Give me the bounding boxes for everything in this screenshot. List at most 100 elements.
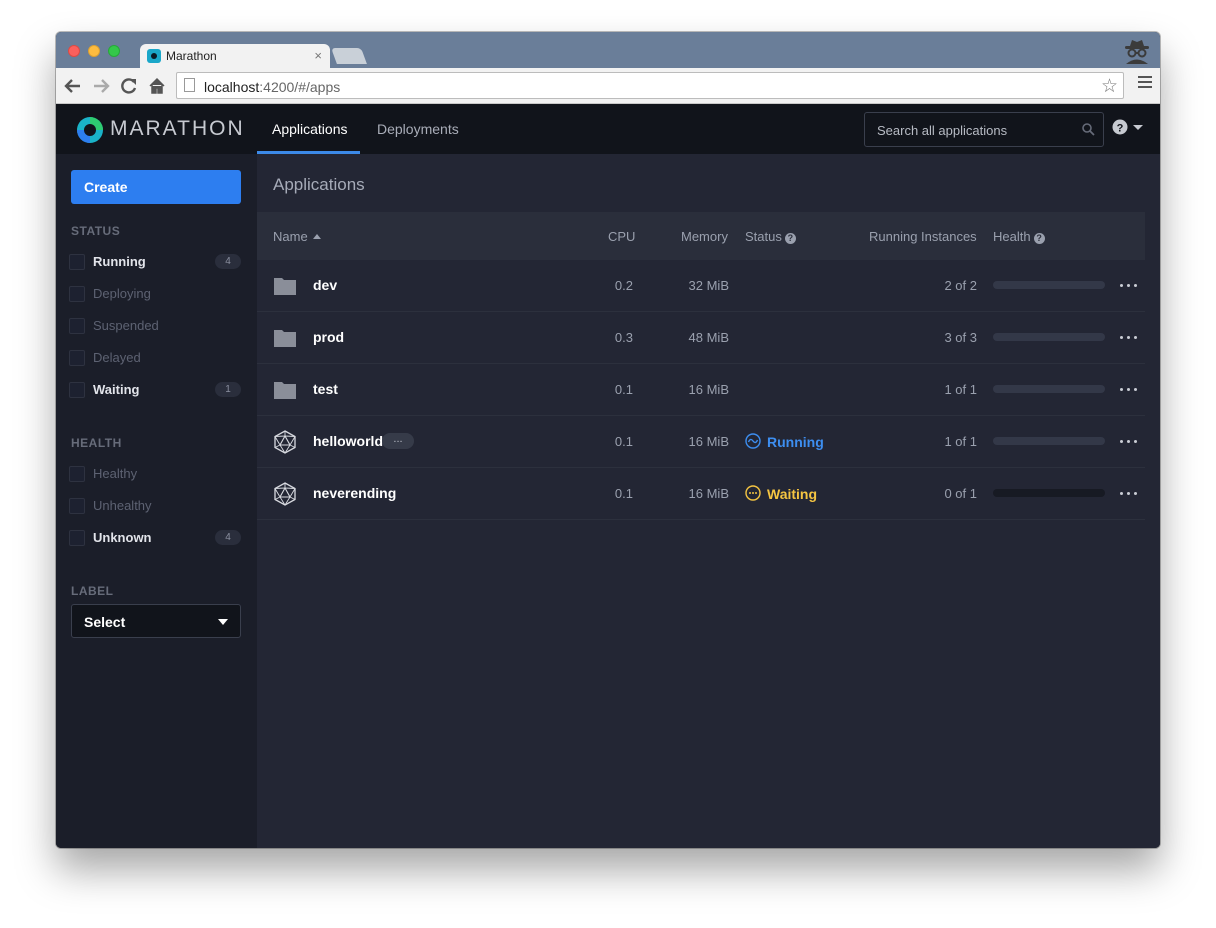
filter-delayed[interactable]: Delayed bbox=[69, 348, 241, 368]
browser-tab[interactable]: Marathon × bbox=[140, 44, 330, 70]
forward-arrow-icon[interactable] bbox=[90, 77, 112, 95]
filter-unhealthy[interactable]: Unhealthy bbox=[69, 496, 241, 516]
column-health-label: Health bbox=[993, 229, 1031, 244]
column-running-instances[interactable]: Running Instances bbox=[869, 229, 977, 244]
minimize-window-button[interactable] bbox=[88, 45, 100, 57]
instances-value: 0 of 1 bbox=[944, 486, 977, 501]
column-memory[interactable]: Memory bbox=[681, 229, 728, 244]
app-name[interactable]: test bbox=[313, 381, 338, 397]
memory-value: 16 MiB bbox=[688, 486, 729, 501]
more-actions-icon[interactable] bbox=[1119, 382, 1139, 396]
top-navigation: MARATHON Applications Deployments Search… bbox=[56, 104, 1160, 154]
cpu-value: 0.1 bbox=[614, 382, 633, 397]
column-status-label: Status bbox=[745, 229, 782, 244]
memory-value: 16 MiB bbox=[688, 382, 729, 397]
search-icon bbox=[1082, 123, 1095, 136]
app-name[interactable]: helloworld bbox=[313, 433, 383, 449]
more-actions-icon[interactable] bbox=[1119, 434, 1139, 448]
column-status[interactable]: Status? bbox=[745, 229, 796, 244]
checkbox[interactable] bbox=[69, 254, 85, 270]
home-icon[interactable] bbox=[146, 77, 168, 95]
checkbox[interactable] bbox=[69, 530, 85, 546]
app-name[interactable]: neverending bbox=[313, 485, 396, 501]
caret-down-icon bbox=[218, 619, 228, 625]
filter-suspended[interactable]: Suspended bbox=[69, 316, 241, 336]
create-button[interactable]: Create bbox=[71, 170, 241, 204]
memory-value: 48 MiB bbox=[688, 330, 729, 345]
search-input[interactable]: Search all applications bbox=[864, 112, 1104, 147]
more-actions-icon[interactable] bbox=[1119, 330, 1139, 344]
close-window-button[interactable] bbox=[68, 45, 80, 57]
waiting-status-icon bbox=[745, 485, 761, 501]
filter-running[interactable]: Running 4 bbox=[69, 252, 241, 272]
filter-label: Waiting bbox=[93, 382, 140, 397]
more-actions-icon[interactable] bbox=[1119, 278, 1139, 292]
checkbox[interactable] bbox=[69, 466, 85, 482]
app-name[interactable]: prod bbox=[313, 329, 344, 345]
tab-applications[interactable]: Applications bbox=[272, 121, 348, 137]
column-name[interactable]: Name bbox=[273, 229, 321, 244]
health-bar bbox=[993, 385, 1105, 393]
health-bar bbox=[993, 489, 1105, 497]
column-cpu[interactable]: CPU bbox=[608, 229, 635, 244]
page-icon bbox=[184, 78, 195, 92]
health-bar bbox=[993, 437, 1105, 445]
address-bar[interactable]: localhost:4200/#/apps ☆ bbox=[176, 72, 1124, 99]
more-actions-icon[interactable] bbox=[1119, 486, 1139, 500]
app-name[interactable]: dev bbox=[313, 277, 337, 293]
help-icon[interactable]: ? bbox=[1033, 233, 1045, 244]
checkbox[interactable] bbox=[69, 350, 85, 366]
checkbox[interactable] bbox=[69, 382, 85, 398]
filter-count: 4 bbox=[215, 254, 241, 269]
status-heading: STATUS bbox=[71, 224, 121, 238]
table-row[interactable]: helloworld ... 0.1 16 MiB Running 1 of 1 bbox=[257, 416, 1145, 468]
tab-deployments[interactable]: Deployments bbox=[377, 121, 459, 137]
help-menu-icon[interactable]: ? bbox=[1112, 119, 1152, 139]
checkbox[interactable] bbox=[69, 498, 85, 514]
table-row[interactable]: prod 0.3 48 MiB 3 of 3 bbox=[257, 312, 1145, 364]
brand-name: MARATHON bbox=[110, 117, 245, 140]
cpu-value: 0.1 bbox=[614, 486, 633, 501]
filter-waiting[interactable]: Waiting 1 bbox=[69, 380, 241, 400]
incognito-icon bbox=[1125, 40, 1149, 64]
table-header: Name CPU Memory Status? Running Instance… bbox=[257, 212, 1145, 260]
tab-title: Marathon bbox=[166, 49, 217, 63]
back-arrow-icon[interactable] bbox=[62, 77, 84, 95]
filter-unknown[interactable]: Unknown 4 bbox=[69, 528, 241, 548]
table-row[interactable]: test 0.1 16 MiB 1 of 1 bbox=[257, 364, 1145, 416]
label-heading: LABEL bbox=[71, 584, 114, 598]
browser-toolbar: localhost:4200/#/apps ☆ bbox=[56, 68, 1160, 104]
sort-ascending-icon bbox=[312, 234, 321, 239]
table-row[interactable]: dev 0.2 32 MiB 2 of 2 bbox=[257, 260, 1145, 312]
labels-badge[interactable]: ... bbox=[382, 433, 414, 449]
cpu-value: 0.1 bbox=[614, 434, 633, 449]
folder-icon bbox=[274, 330, 296, 347]
tab-close-button[interactable]: × bbox=[314, 48, 322, 63]
page-title: Applications bbox=[273, 175, 365, 194]
checkbox[interactable] bbox=[69, 318, 85, 334]
app-icon bbox=[274, 482, 296, 506]
new-tab-button[interactable] bbox=[331, 48, 367, 64]
filter-healthy[interactable]: Healthy bbox=[69, 464, 241, 484]
svg-text:?: ? bbox=[1117, 123, 1124, 135]
health-bar bbox=[993, 281, 1105, 289]
label-select[interactable]: Select bbox=[71, 604, 241, 638]
running-status-icon bbox=[745, 433, 761, 449]
marathon-logo-icon bbox=[77, 117, 103, 143]
bookmark-star-icon[interactable]: ☆ bbox=[1101, 75, 1118, 98]
folder-icon bbox=[274, 382, 296, 399]
checkbox[interactable] bbox=[69, 286, 85, 302]
instances-value: 2 of 2 bbox=[944, 278, 977, 293]
help-icon[interactable]: ? bbox=[784, 233, 796, 244]
table-row[interactable]: neverending 0.1 16 MiB Waiting 0 of 1 bbox=[257, 468, 1145, 520]
filter-label: Delayed bbox=[93, 350, 141, 365]
reload-icon[interactable] bbox=[118, 77, 140, 95]
zoom-window-button[interactable] bbox=[108, 45, 120, 57]
filter-deploying[interactable]: Deploying bbox=[69, 284, 241, 304]
column-health[interactable]: Health? bbox=[993, 229, 1045, 244]
filter-label: Unhealthy bbox=[93, 498, 152, 513]
browser-menu-icon[interactable] bbox=[1138, 76, 1152, 91]
url-text[interactable]: localhost:4200/#/apps bbox=[204, 79, 340, 95]
filter-label: Deploying bbox=[93, 286, 151, 301]
filter-label: Unknown bbox=[93, 530, 152, 545]
